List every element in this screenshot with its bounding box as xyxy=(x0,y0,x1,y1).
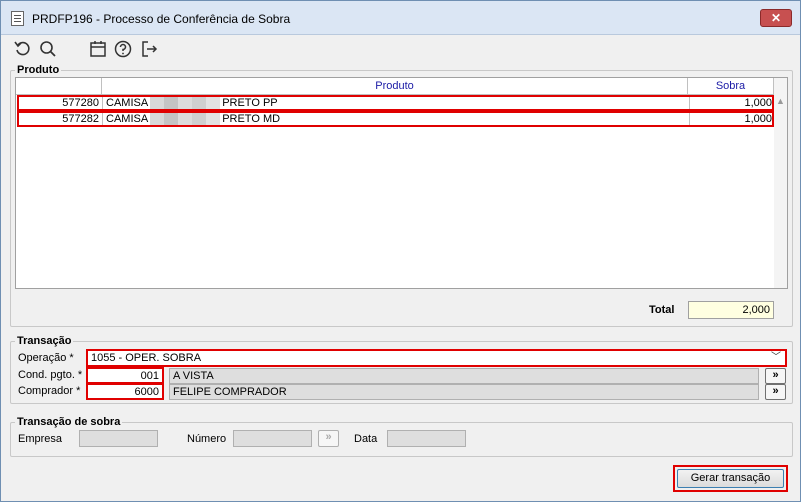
row-product: CAMISA PRETO PP xyxy=(104,97,690,109)
header-sobra[interactable]: Sobra xyxy=(688,78,774,95)
refresh-icon[interactable] xyxy=(13,39,33,59)
comprador-description: FELIPE COMPRADOR xyxy=(169,384,759,400)
row-code: 577282 xyxy=(19,113,103,125)
product-name-end: PRETO PP xyxy=(222,97,278,109)
produto-group-title: Produto xyxy=(15,64,62,76)
search-icon[interactable] xyxy=(38,39,58,59)
comprador-code-input[interactable]: 6000 xyxy=(86,383,164,400)
toolbar xyxy=(1,36,800,62)
header-produto[interactable]: Produto xyxy=(102,78,688,95)
data-label: Data xyxy=(354,433,378,445)
empresa-field xyxy=(79,430,158,447)
row-code: 577280 xyxy=(19,97,103,109)
transacao-group-title: Transação xyxy=(15,335,74,347)
cond-pgto-description: A VISTA xyxy=(169,368,759,384)
row-sobra: 1,000 xyxy=(744,97,772,109)
help-icon[interactable] xyxy=(113,39,133,59)
comprador-lookup-button[interactable]: » xyxy=(765,384,786,400)
produto-grid: Produto Sobra 577280 CAMISA PRETO PP 1,00… xyxy=(15,77,788,289)
gerar-transacao-label: Gerar transação xyxy=(677,469,784,488)
scroll-up-icon[interactable]: ▲ xyxy=(774,96,787,106)
operacao-select[interactable]: 1055 - OPER. SOBRA ﹀ xyxy=(86,349,787,367)
numero-label: Número xyxy=(187,433,227,445)
total-field: 2,000 xyxy=(688,301,774,319)
row-product: CAMISA PRETO MD xyxy=(104,113,690,125)
total-label: Total xyxy=(649,304,675,316)
close-button[interactable]: ✕ xyxy=(760,9,792,27)
redacted-text xyxy=(150,97,221,109)
table-row[interactable]: 577280 CAMISA PRETO PP 1,000 xyxy=(17,95,774,111)
row-sobra: 1,000 xyxy=(744,113,772,125)
main-window: PRDFP196 - Processo de Conferência de So… xyxy=(0,0,801,502)
comprador-label: Comprador * xyxy=(18,385,81,397)
window-title: PRDFP196 - Processo de Conferência de So… xyxy=(32,12,291,26)
calendar-icon[interactable] xyxy=(88,39,108,59)
numero-field xyxy=(233,430,312,447)
header-code xyxy=(16,78,102,95)
title-bar: PRDFP196 - Processo de Conferência de So… xyxy=(1,1,800,35)
product-name-start: CAMISA xyxy=(106,113,149,125)
cond-pgto-lookup-button[interactable]: » xyxy=(765,368,786,384)
empresa-label: Empresa xyxy=(18,433,63,445)
chevron-down-icon[interactable]: ﹀ xyxy=(771,351,781,365)
gerar-transacao-button[interactable]: Gerar transação xyxy=(673,465,788,492)
vertical-scrollbar[interactable]: ▲ xyxy=(774,78,787,288)
data-field xyxy=(387,430,466,447)
redacted-text xyxy=(150,113,221,125)
operacao-value: 1055 - OPER. SOBRA xyxy=(91,352,202,364)
numero-lookup-icon: » xyxy=(318,430,339,447)
product-name-end: PRETO MD xyxy=(222,113,281,125)
cond-pgto-label: Cond. pgto. * xyxy=(18,369,83,381)
cond-pgto-code-input[interactable]: 001 xyxy=(86,367,164,384)
grid-header: Produto Sobra xyxy=(16,78,774,95)
exit-icon[interactable] xyxy=(139,39,159,59)
transacao-sobra-group-title: Transação de sobra xyxy=(15,416,123,428)
operacao-label: Operação * xyxy=(18,352,74,364)
table-row[interactable]: 577282 CAMISA PRETO MD 1,000 xyxy=(17,111,774,127)
document-icon xyxy=(11,11,24,26)
product-name-start: CAMISA xyxy=(106,97,149,109)
